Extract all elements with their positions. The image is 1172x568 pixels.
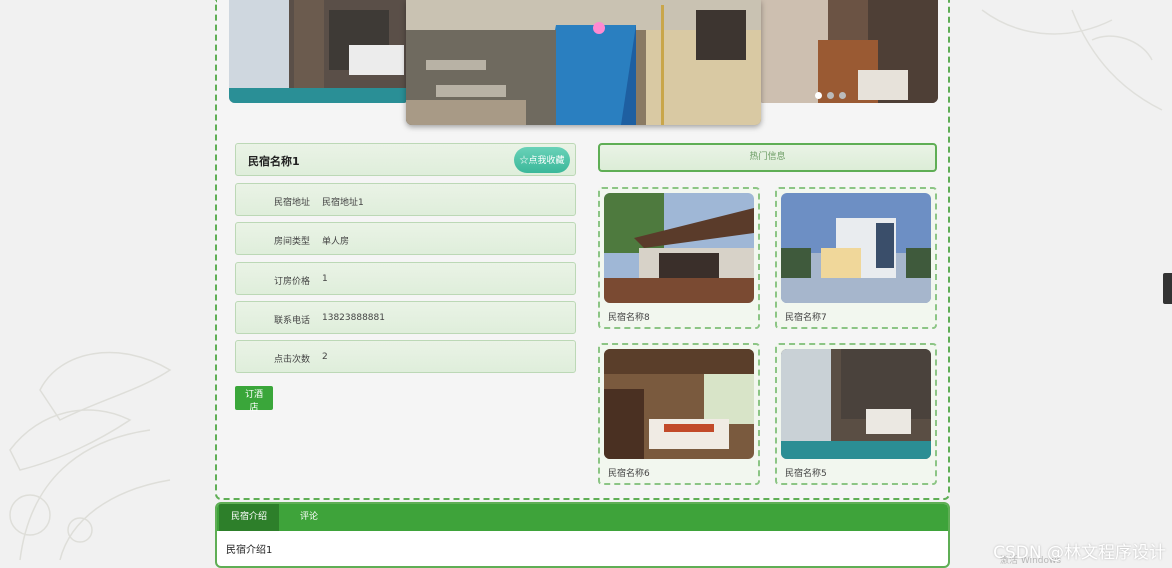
hot-item-name: 民宿名称5 (785, 469, 827, 479)
floral-decoration-left (9, 351, 172, 561)
info-row-clicks: 点击次数 2 (235, 340, 576, 373)
hot-item-name: 民宿名称7 (785, 313, 827, 323)
info-label: 订房价格 (273, 277, 310, 287)
tabs-panel: 民宿介绍 评论 民宿介绍1 (215, 502, 950, 568)
info-row-room-type: 房间类型 单人房 (235, 222, 576, 255)
tab-content-text: 民宿介绍1 (226, 545, 273, 556)
info-value: 2 (322, 352, 328, 362)
hot-item-card[interactable]: 民宿名称5 (775, 343, 937, 485)
carousel-slide-current[interactable] (406, 0, 761, 125)
carousel-slide-next[interactable] (758, 0, 938, 103)
info-label: 房间类型 (273, 237, 310, 247)
carousel-dot[interactable] (827, 92, 834, 99)
info-value: 民宿地址1 (322, 198, 364, 208)
hot-item-image[interactable] (604, 349, 754, 459)
info-row-phone: 联系电话 13823888881 (235, 301, 576, 334)
homestay-name: 民宿名称1 (248, 155, 300, 168)
info-label: 联系电话 (273, 316, 310, 326)
carousel-dot[interactable] (815, 92, 822, 99)
carousel-dot[interactable] (839, 92, 846, 99)
info-row-price: 订房价格 1 (235, 262, 576, 295)
book-hotel-button[interactable]: 订酒店 (235, 386, 273, 412)
hot-item-image[interactable] (781, 193, 931, 303)
hot-item-image[interactable] (781, 349, 931, 459)
tab-comments[interactable]: 评论 (289, 504, 329, 531)
tabs-bar: 民宿介绍 评论 (217, 504, 948, 531)
hot-item-card[interactable]: 民宿名称6 (598, 343, 760, 485)
favorite-button[interactable]: ☆点我收藏 (514, 147, 570, 173)
side-drawer-handle[interactable] (1163, 273, 1172, 304)
info-value: 13823888881 (322, 313, 385, 323)
homestay-title-bar: 民宿名称1 ☆点我收藏 (235, 143, 576, 176)
hot-item-card[interactable]: 民宿名称7 (775, 187, 937, 329)
info-label: 民宿地址 (273, 198, 310, 208)
info-value: 1 (322, 274, 328, 284)
info-label: 点击次数 (273, 355, 310, 365)
floral-decoration-right (981, 9, 1163, 111)
hot-item-card[interactable]: 民宿名称8 (598, 187, 760, 329)
hot-item-name: 民宿名称8 (608, 313, 650, 323)
carousel-slide-prev[interactable] (229, 0, 409, 103)
csdn-watermark: CSDN @林文程序设计 (993, 543, 1166, 563)
hot-item-image[interactable] (604, 193, 754, 303)
image-carousel[interactable] (229, 0, 938, 125)
tab-intro[interactable]: 民宿介绍 (219, 504, 279, 531)
hot-info-header: 热门信息 (598, 143, 937, 172)
hot-item-name: 民宿名称6 (608, 469, 650, 479)
info-value: 单人房 (322, 237, 350, 247)
carousel-dots (815, 92, 846, 99)
info-row-address: 民宿地址 民宿地址1 (235, 183, 576, 216)
